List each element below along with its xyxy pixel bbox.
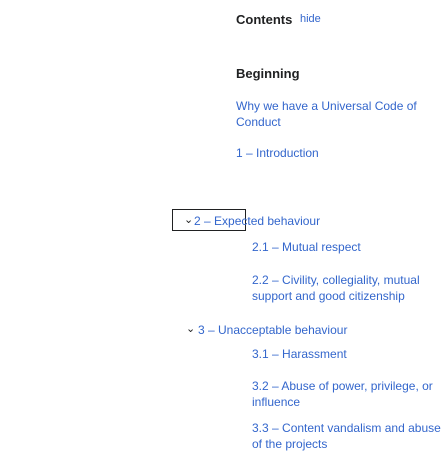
hide-button[interactable]: hide [300,13,321,25]
toc-item-introduction[interactable]: 1 – Introduction [236,145,436,161]
chevron-down-icon[interactable]: ⌄ [186,322,195,335]
chevron-down-icon[interactable]: ⌄ [184,213,193,226]
toc-item-content-vandalism[interactable]: 3.3 – Content vandalism and abuse of the… [252,420,442,452]
toc-item-civility[interactable]: 2.2 – Civility, collegiality, mutual sup… [252,272,442,304]
toc-item-unacceptable-behaviour[interactable]: 3 – Unacceptable behaviour [198,322,418,338]
toc-item-harassment[interactable]: 3.1 – Harassment [252,346,442,362]
toc-title: Contents [236,12,293,27]
toc-item-abuse-of-power[interactable]: 3.2 – Abuse of power, privilege, or infl… [252,378,442,410]
toc-item-mutual-respect[interactable]: 2.1 – Mutual respect [252,239,442,255]
toc-item-why[interactable]: Why we have a Universal Code of Conduct [236,98,436,130]
toc-item-beginning[interactable]: Beginning [236,66,300,81]
toc-item-expected-behaviour[interactable]: 2 – Expected behaviour [194,213,414,229]
